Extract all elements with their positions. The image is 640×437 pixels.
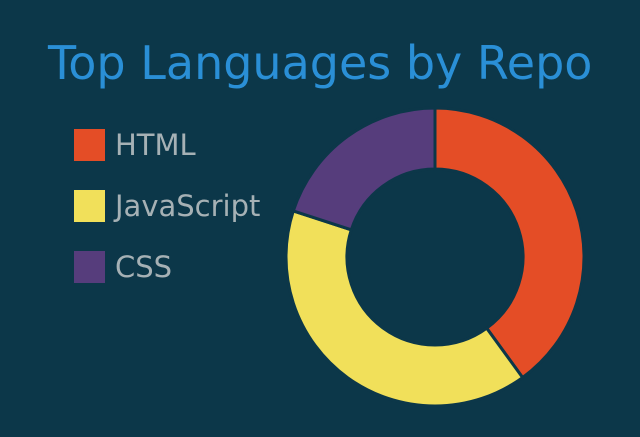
chart-card: Top Languages by Repo HTML JavaScript CS… [0,0,640,437]
donut-chart [284,106,586,408]
donut-slice-javascript [284,209,525,408]
donut-slice-html [433,106,586,380]
donut-slice-css [291,106,437,232]
